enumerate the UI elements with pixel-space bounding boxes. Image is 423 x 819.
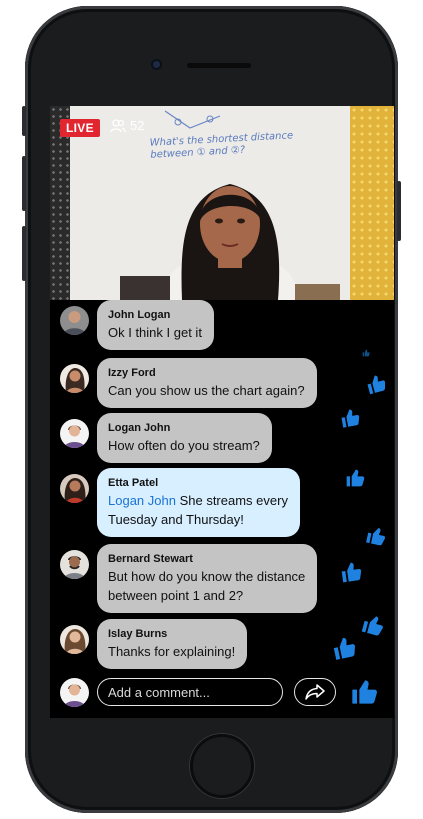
thumbs-up-icon (360, 612, 387, 639)
chat-message: Logan John How often do you stream? (60, 413, 272, 463)
viewers-icon (110, 118, 126, 132)
avatar[interactable] (60, 419, 89, 448)
earpiece-speaker (187, 63, 251, 68)
chat-message: John Logan Ok I think I get it (60, 300, 214, 350)
thumbs-up-button[interactable] (350, 678, 378, 706)
presenter-image (120, 184, 340, 300)
message-bubble-highlighted: Etta Patel Logan John She streams every … (97, 468, 300, 537)
thumbs-up-icon (338, 406, 361, 429)
message-bubble: John Logan Ok I think I get it (97, 300, 214, 350)
message-author[interactable]: Islay Burns (108, 626, 235, 642)
comment-bar (60, 678, 390, 712)
message-text: How often do you stream? (108, 438, 260, 453)
message-author[interactable]: Bernard Stewart (108, 551, 305, 567)
avatar[interactable] (60, 364, 89, 393)
avatar[interactable] (60, 625, 89, 654)
thumbs-up-icon (364, 524, 388, 548)
share-icon (305, 684, 325, 700)
current-user-avatar[interactable] (60, 678, 89, 707)
message-text-line-1: Logan John She streams every (108, 491, 288, 510)
message-text-line-1: But how do you know the distance (108, 569, 306, 584)
mute-switch (22, 106, 26, 136)
wall-right (350, 106, 394, 300)
mention-link[interactable]: Logan John (108, 493, 176, 508)
volume-down-button (22, 226, 26, 281)
chat-message: Bernard Stewart But how do you know the … (60, 544, 318, 613)
thumbs-up-icon (345, 468, 365, 488)
front-camera (151, 59, 162, 70)
chat-message: Etta Patel Logan John She streams every … (60, 468, 300, 537)
message-bubble: Bernard Stewart But how do you know the … (97, 544, 318, 613)
screen: What's the shortest distance between ① a… (50, 106, 394, 718)
thumbs-up-icon (352, 680, 377, 704)
message-bubble: Islay Burns Thanks for explaining! (97, 619, 248, 669)
live-badge: LIVE (60, 119, 100, 137)
message-author[interactable]: Etta Patel (108, 475, 288, 491)
home-button[interactable] (190, 734, 254, 798)
avatar[interactable] (60, 550, 89, 579)
avatar[interactable] (60, 306, 89, 335)
viewer-count-value: 52 (130, 118, 145, 133)
message-author[interactable]: Logan John (108, 420, 260, 436)
thumbs-up-icon (364, 372, 388, 396)
message-text-line-2: between point 1 and 2? (108, 588, 244, 603)
message-text: Ok I think I get it (108, 325, 202, 340)
message-text-line-2: Tuesday and Thursday! (108, 512, 244, 527)
chat-message: Islay Burns Thanks for explaining! (60, 619, 248, 669)
comment-input[interactable] (97, 678, 283, 706)
share-button[interactable] (294, 678, 336, 706)
live-video[interactable]: What's the shortest distance between ① a… (50, 106, 394, 300)
thumbs-up-icon (362, 344, 370, 357)
message-text: She streams every (179, 493, 288, 508)
message-author[interactable]: John Logan (108, 307, 202, 323)
message-bubble: Izzy Ford Can you show us the chart agai… (97, 358, 317, 408)
message-text: Can you show us the chart again? (108, 383, 305, 398)
message-bubble: Logan John How often do you stream? (97, 413, 272, 463)
chat-message: Izzy Ford Can you show us the chart agai… (60, 358, 317, 408)
thumbs-up-icon (339, 560, 364, 585)
message-author[interactable]: Izzy Ford (108, 365, 305, 381)
volume-up-button (22, 156, 26, 211)
power-button (397, 181, 401, 241)
viewer-count: 52 (110, 118, 144, 133)
avatar[interactable] (60, 474, 89, 503)
message-text: Thanks for explaining! (108, 644, 236, 659)
thumbs-up-icon (330, 634, 358, 662)
